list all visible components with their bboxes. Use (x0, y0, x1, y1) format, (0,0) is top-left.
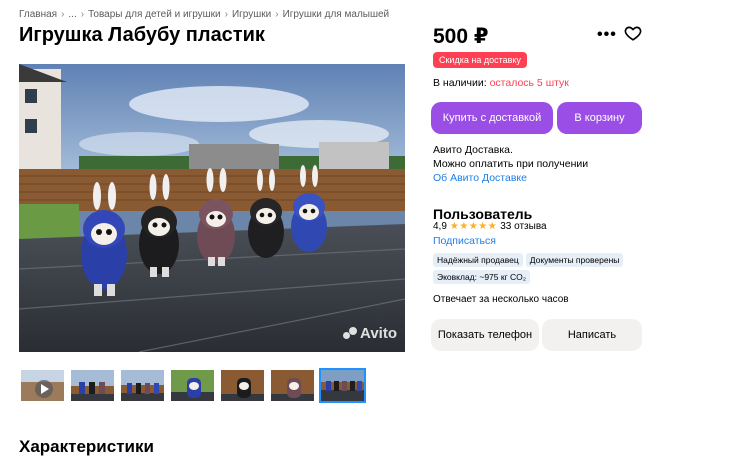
rating-value: 4,9 (433, 221, 447, 232)
thumbnail-active[interactable] (319, 368, 366, 403)
reviews-count[interactable]: 33 отзыва (500, 221, 546, 232)
seller-tags: Надёжный продавец Документы проверены Эк… (433, 253, 643, 284)
thumbnail[interactable] (69, 368, 116, 403)
thumbnail[interactable] (119, 368, 166, 403)
about-delivery-link[interactable]: Об Авито Доставке (433, 171, 588, 185)
breadcrumb-home[interactable]: Главная (19, 9, 57, 20)
subscribe-link[interactable]: Подписаться (433, 235, 496, 247)
breadcrumb-separator: › (80, 9, 85, 20)
response-time: Отвечает за несколько часов (433, 294, 569, 305)
tag-documents-verified[interactable]: Документы проверены (525, 253, 624, 267)
breadcrumb-separator: › (61, 9, 65, 20)
delivery-info: Авито Доставка. Можно оплатить при получ… (433, 143, 588, 185)
photo-thumbnails (19, 368, 366, 403)
breadcrumb-separator: › (275, 9, 279, 20)
delivery-line-2: Можно оплатить при получении (433, 158, 589, 170)
price: 500 ₽ (433, 25, 489, 48)
thumbnail[interactable] (269, 368, 316, 403)
breadcrumb-ellipsis[interactable]: ... (68, 9, 76, 20)
seller-rating: 4,9 ★★★★★ 33 отзыва (433, 221, 547, 232)
avito-watermark: Avito (343, 325, 397, 342)
availability-label: В наличии: (433, 77, 487, 89)
breadcrumb-separator: › (224, 9, 228, 20)
favorite-heart-icon[interactable] (624, 24, 642, 42)
add-to-cart-button[interactable]: В корзину (557, 102, 642, 134)
characteristics-heading: Характеристики (19, 437, 154, 456)
main-product-photo[interactable]: Avito (19, 64, 405, 352)
availability-value: осталось 5 штук (489, 77, 569, 89)
delivery-discount-badge: Скидка на доставку (433, 52, 527, 68)
delivery-line-1: Авито Доставка. (433, 144, 513, 156)
more-options-icon[interactable]: ••• (597, 26, 617, 44)
thumbnail-video[interactable] (19, 368, 66, 403)
tag-eco-contribution[interactable]: Эковклад: ~975 кг CO₂ (433, 270, 531, 284)
thumbnail[interactable] (219, 368, 266, 403)
avito-watermark-text: Avito (360, 325, 397, 342)
avito-logo-icon (343, 326, 358, 341)
breadcrumb: Главная ›... › Товары для детей и игрушки › И… (19, 9, 389, 20)
buy-with-delivery-button[interactable]: Купить с доставкой (431, 102, 553, 134)
rating-stars-icon: ★★★★★ (449, 221, 498, 232)
breadcrumb-kids-goods[interactable]: Товары для детей и игрушки (88, 9, 221, 20)
page-title: Игрушка Лабубу пластик (19, 24, 265, 46)
tag-reliable-seller[interactable]: Надёжный продавец (433, 253, 523, 267)
thumbnail[interactable] (169, 368, 216, 403)
write-message-button[interactable]: Написать (542, 319, 642, 351)
availability: В наличии: осталось 5 штук (433, 77, 569, 89)
show-phone-button[interactable]: Показать телефон (431, 319, 539, 351)
seller-name[interactable]: Пользователь (433, 206, 532, 222)
breadcrumb-baby-toys[interactable]: Игрушки для малышей (283, 9, 390, 20)
breadcrumb-toys[interactable]: Игрушки (232, 9, 271, 20)
